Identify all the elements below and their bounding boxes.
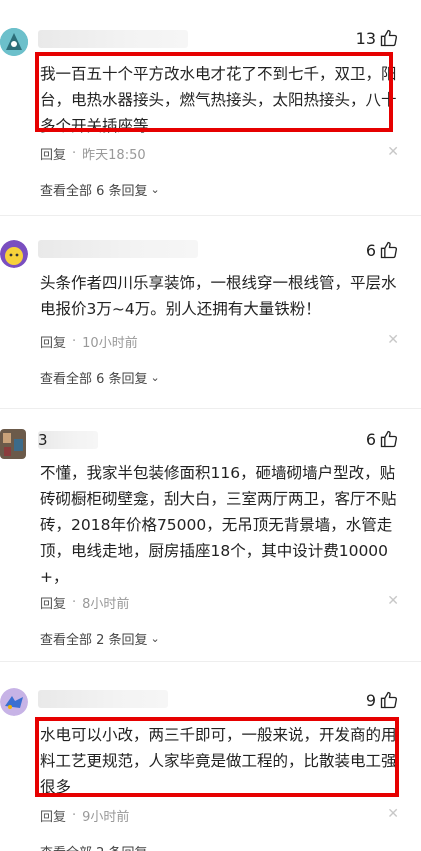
like-button[interactable]: 13	[356, 28, 399, 48]
avatar[interactable]	[0, 28, 28, 56]
view-all-replies[interactable]: 查看全部 6 条回复 ⌄	[40, 368, 160, 387]
like-count: 13	[355, 28, 376, 48]
divider	[0, 408, 421, 409]
comment-meta: 回复 · 昨天18:50	[40, 144, 146, 163]
close-icon[interactable]: ✕	[387, 332, 399, 348]
like-count: 6	[365, 429, 376, 449]
close-icon[interactable]: ✕	[387, 593, 399, 609]
thumbs-up-icon	[380, 430, 398, 448]
username-redacted	[38, 240, 198, 258]
timestamp: 9小时前	[82, 810, 130, 825]
comment-2: 6 头条作者四川乐享装饰，一根线穿一根线管，平层水电报价3万~4万。别人还拥有大…	[0, 230, 421, 400]
comment-3: 3 6 不懂，我家半包装修面积116，砸墙砌墙户型改，贴砖砌橱柜砌壁龛，刮大白，…	[0, 425, 421, 655]
timestamp: 10小时前	[82, 336, 138, 351]
view-all-label: 查看全部 6 条回复	[40, 184, 148, 199]
chevron-down-icon: ⌄	[150, 371, 160, 384]
view-all-replies[interactable]: 查看全部 2 条回复 ⌄	[40, 629, 160, 648]
thumbs-up-icon	[380, 29, 398, 47]
like-count: 6	[365, 240, 376, 260]
username-fragment: 3	[38, 431, 48, 449]
chevron-down-icon: ⌄	[151, 845, 160, 851]
close-icon[interactable]: ✕	[387, 144, 399, 160]
thumbs-up-icon	[380, 691, 398, 709]
comment-meta: 回复 · 9小时前	[40, 806, 129, 825]
username-redacted	[38, 690, 168, 708]
view-all-replies[interactable]: 查看全部 6 条回复 ⌄	[40, 180, 160, 199]
reply-button[interactable]: 回复	[40, 332, 66, 351]
username-redacted	[38, 30, 188, 48]
avatar[interactable]	[0, 688, 28, 716]
thumbs-up-icon	[380, 241, 398, 259]
close-icon[interactable]: ✕	[387, 806, 399, 822]
divider	[0, 215, 421, 216]
divider	[0, 661, 421, 662]
timestamp: 昨天18:50	[82, 148, 146, 163]
like-count: 9	[365, 690, 376, 710]
like-button[interactable]: 6	[366, 240, 399, 260]
reply-button[interactable]: 回复	[40, 806, 66, 825]
comment-text: 不懂，我家半包装修面积116，砸墙砌墙户型改，贴砖砌橱柜砌壁龛，刮大白，三室两厅…	[40, 464, 397, 586]
avatar[interactable]	[0, 240, 28, 268]
separator-dot: ·	[72, 146, 77, 161]
comment-text: 头条作者四川乐享装饰，一根线穿一根线管，平层水电报价3万~4万。别人还拥有大量铁…	[40, 274, 397, 318]
like-button[interactable]: 9	[366, 690, 399, 710]
avatar[interactable]	[0, 429, 26, 459]
highlight-box	[35, 52, 393, 132]
view-all-replies[interactable]: 查看全部 2 条回复 ⌄	[40, 842, 160, 851]
comment-meta: 回复 · 8小时前	[40, 593, 129, 612]
timestamp: 8小时前	[82, 597, 130, 612]
chevron-down-icon: ⌄	[150, 632, 160, 645]
view-all-label: 查看全部 6 条回复	[40, 372, 148, 387]
comment-meta: 回复 · 10小时前	[40, 332, 138, 351]
view-all-label: 查看全部 2 条回复	[40, 842, 148, 851]
highlight-box	[35, 717, 399, 797]
reply-button[interactable]: 回复	[40, 593, 66, 612]
separator-dot: ·	[72, 334, 77, 349]
view-all-label: 查看全部 2 条回复	[40, 633, 148, 648]
reply-button[interactable]: 回复	[40, 144, 66, 163]
like-button[interactable]: 6	[366, 429, 399, 449]
separator-dot: ·	[72, 595, 77, 610]
chevron-down-icon: ⌄	[150, 183, 160, 196]
separator-dot: ·	[72, 808, 77, 823]
